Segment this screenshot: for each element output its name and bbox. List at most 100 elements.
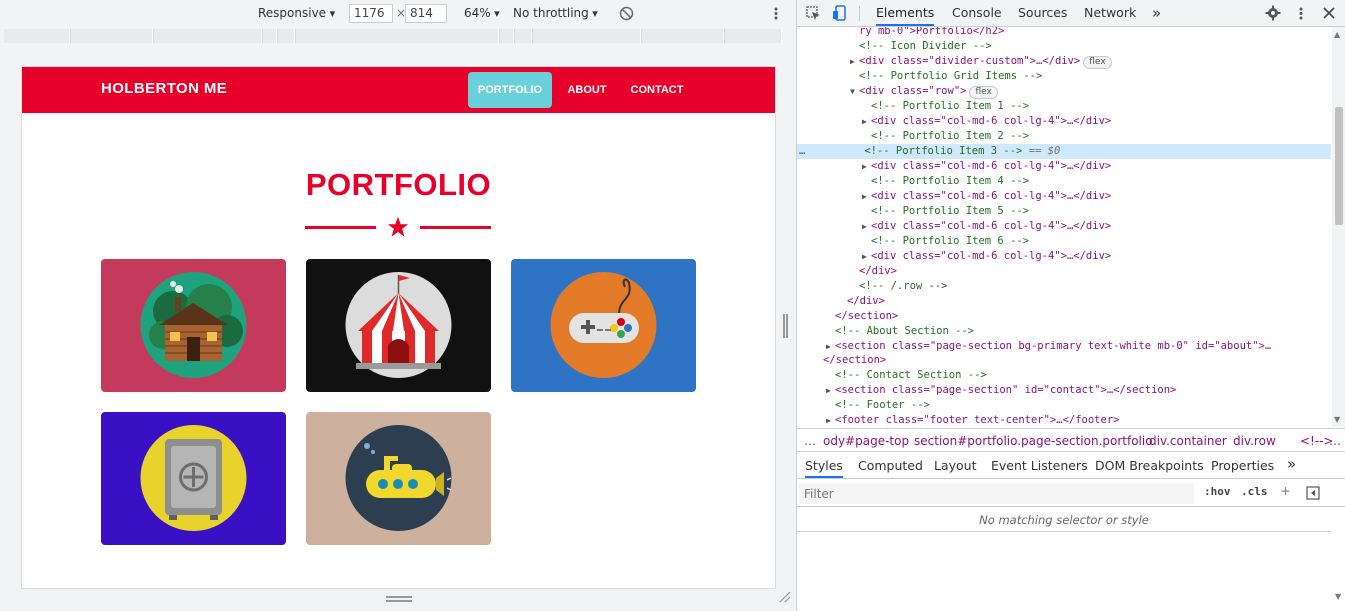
dom-line[interactable]: ▶ <div class="col-md-6 col-lg-4">…</div> — [797, 249, 1331, 264]
site-brand[interactable]: HOLBERTON ME — [101, 67, 227, 111]
expand-triangle-icon[interactable]: ▶ — [862, 114, 871, 129]
ruler-segment[interactable] — [154, 29, 262, 43]
breadcrumb-overflow[interactable]: … — [804, 429, 816, 451]
dom-line[interactable]: ▶ <section class="page-section" id="conta… — [797, 383, 1331, 398]
collapse-triangle-icon[interactable]: ▼ — [850, 84, 859, 99]
tab-layout[interactable]: Layout — [934, 452, 977, 478]
dom-line[interactable]: ▶ <section class="page-section bg-primary… — [797, 339, 1331, 354]
expand-triangle-icon[interactable]: ▶ — [862, 219, 871, 234]
expand-triangle-icon[interactable]: ▶ — [826, 413, 835, 427]
dom-line[interactable]: </section> — [797, 353, 1331, 368]
devtools-menu-icon[interactable] — [1296, 6, 1306, 21]
dom-line[interactable]: ▼ <div class="row"> flex — [797, 84, 1331, 99]
flex-badge[interactable]: flex — [1083, 56, 1112, 69]
ruler-segment[interactable] — [71, 29, 153, 43]
styles-filter-input[interactable] — [799, 483, 1194, 504]
ruler-segment[interactable] — [515, 29, 532, 43]
width-input[interactable]: 1176 — [349, 4, 393, 23]
more-tabs-button[interactable]: » — [1152, 0, 1161, 26]
scroll-down-arrow-icon[interactable]: ▼ — [1334, 415, 1340, 424]
dom-line[interactable]: <!-- About Section --> — [797, 324, 1331, 339]
nav-link-about[interactable]: ABOUT — [561, 72, 613, 108]
styles-scrollbar[interactable]: ▼ — [1332, 508, 1345, 611]
expand-triangle-icon[interactable]: ▶ — [862, 189, 871, 204]
dom-line[interactable]: ▶ <div class="col-md-6 col-lg-4">…</div> — [797, 114, 1331, 129]
breadcrumb-section[interactable]: section#portfolio.page-section.portfolio — [914, 429, 1153, 451]
rotate-icon[interactable] — [619, 6, 634, 21]
dom-tree-scroll-thumb[interactable] — [1335, 107, 1343, 225]
portfolio-item-submarine[interactable] — [306, 412, 491, 545]
media-query-ruler[interactable] — [4, 29, 782, 43]
hover-state-toggle[interactable]: :hov — [1204, 485, 1231, 498]
dom-line[interactable]: <!-- Portfolio Item 1 --> — [797, 99, 1331, 114]
dom-line[interactable]: <!-- Portfolio Grid Items --> — [797, 69, 1331, 84]
dom-line[interactable]: ▶ <footer class="footer text-center">…</f… — [797, 413, 1331, 427]
portfolio-item-game-controller[interactable] — [511, 259, 696, 392]
scroll-up-arrow-icon[interactable]: ▲ — [1334, 30, 1340, 39]
ruler-segment[interactable] — [533, 29, 641, 43]
tab-network[interactable]: Network — [1084, 0, 1136, 26]
scroll-down-arrow-icon[interactable]: ▼ — [1335, 592, 1341, 601]
dom-line[interactable]: ▶ <div class="col-md-6 col-lg-4">…</div> — [797, 219, 1331, 234]
ruler-segment[interactable] — [296, 29, 499, 43]
flex-badge[interactable]: flex — [969, 86, 998, 99]
dom-line-selected[interactable]: … <!-- Portfolio Item 3 --> == $0 — [797, 144, 1331, 159]
tab-computed[interactable]: Computed — [858, 452, 923, 478]
tab-sources[interactable]: Sources — [1018, 0, 1067, 26]
tab-console[interactable]: Console — [952, 0, 1002, 26]
more-styles-tabs-button[interactable]: » — [1287, 452, 1296, 478]
ruler-segment[interactable] — [725, 29, 782, 43]
breadcrumb-row[interactable]: div.row — [1233, 429, 1276, 451]
throttling-dropdown[interactable]: No throttling — [513, 0, 598, 27]
inspect-element-icon[interactable] — [806, 6, 821, 21]
tab-dom-breakpoints[interactable]: DOM Breakpoints — [1095, 452, 1204, 478]
dom-line[interactable]: <!-- Portfolio Item 6 --> — [797, 234, 1331, 249]
nav-link-portfolio[interactable]: PORTFOLIO — [468, 72, 552, 108]
dom-line[interactable]: </div> — [797, 294, 1331, 309]
portfolio-item-circus-tent[interactable] — [306, 259, 491, 392]
dom-line[interactable]: ry mb-0">Portfolio</h2> — [797, 27, 1331, 39]
device-toggle-icon[interactable] — [832, 5, 848, 21]
expand-triangle-icon[interactable]: ▶ — [826, 383, 835, 398]
dom-line[interactable]: <!-- Portfolio Item 2 --> — [797, 129, 1331, 144]
breadcrumb-overflow-end[interactable]: … — [1329, 429, 1341, 451]
dom-line[interactable]: <!-- Portfolio Item 5 --> — [797, 204, 1331, 219]
device-mode-dropdown[interactable]: Responsive — [258, 0, 335, 27]
toggle-sidebar-icon[interactable] — [1306, 486, 1320, 500]
resize-corner-icon[interactable] — [778, 590, 792, 604]
nav-link-contact[interactable]: CONTACT — [622, 72, 692, 108]
settings-gear-icon[interactable] — [1265, 5, 1281, 21]
viewport-bottom-handle[interactable] — [386, 596, 412, 602]
dom-tree-scrollbar[interactable] — [1332, 27, 1345, 427]
tab-elements[interactable]: Elements — [876, 0, 935, 26]
expand-triangle-icon[interactable]: ▶ — [826, 339, 835, 354]
dom-line[interactable]: </div> — [797, 264, 1331, 279]
dom-line[interactable]: ▶ <div class="col-md-6 col-lg-4">…</div> — [797, 159, 1331, 174]
ruler-segment[interactable] — [4, 29, 70, 43]
portfolio-item-cabin[interactable] — [101, 259, 286, 392]
new-style-rule-icon[interactable]: + — [1281, 482, 1290, 500]
ruler-segment[interactable] — [263, 29, 277, 43]
ruler-segment[interactable] — [642, 29, 724, 43]
tab-styles[interactable]: Styles — [805, 452, 843, 478]
dom-line[interactable]: <!-- Contact Section --> — [797, 368, 1331, 383]
class-toggle[interactable]: .cls — [1241, 485, 1268, 498]
viewport-resize-handle[interactable] — [783, 314, 788, 338]
more-options-icon[interactable] — [771, 6, 781, 21]
expand-triangle-icon[interactable]: ▶ — [862, 249, 871, 264]
dom-line[interactable]: <!-- Footer --> — [797, 398, 1331, 413]
close-devtools-icon[interactable] — [1323, 7, 1335, 19]
dom-line[interactable]: ▶ <div class="divider-custom">…</div> flex — [797, 54, 1331, 69]
tab-properties[interactable]: Properties — [1211, 452, 1274, 478]
dom-line[interactable]: <!-- Portfolio Item 4 --> — [797, 174, 1331, 189]
dom-line[interactable]: ▶ <div class="col-md-6 col-lg-4">…</div> — [797, 189, 1331, 204]
expand-triangle-icon[interactable]: ▶ — [850, 54, 859, 69]
ruler-segment[interactable] — [278, 29, 295, 43]
dom-line[interactable]: <!-- Icon Divider --> — [797, 39, 1331, 54]
ruler-segment[interactable] — [500, 29, 514, 43]
height-input[interactable]: 814 — [405, 4, 447, 23]
tab-event-listeners[interactable]: Event Listeners — [991, 452, 1088, 478]
dom-line[interactable]: <!-- /.row --> — [797, 279, 1331, 294]
dom-line[interactable]: </section> — [797, 309, 1331, 324]
breadcrumb-container[interactable]: div.container — [1149, 429, 1227, 451]
